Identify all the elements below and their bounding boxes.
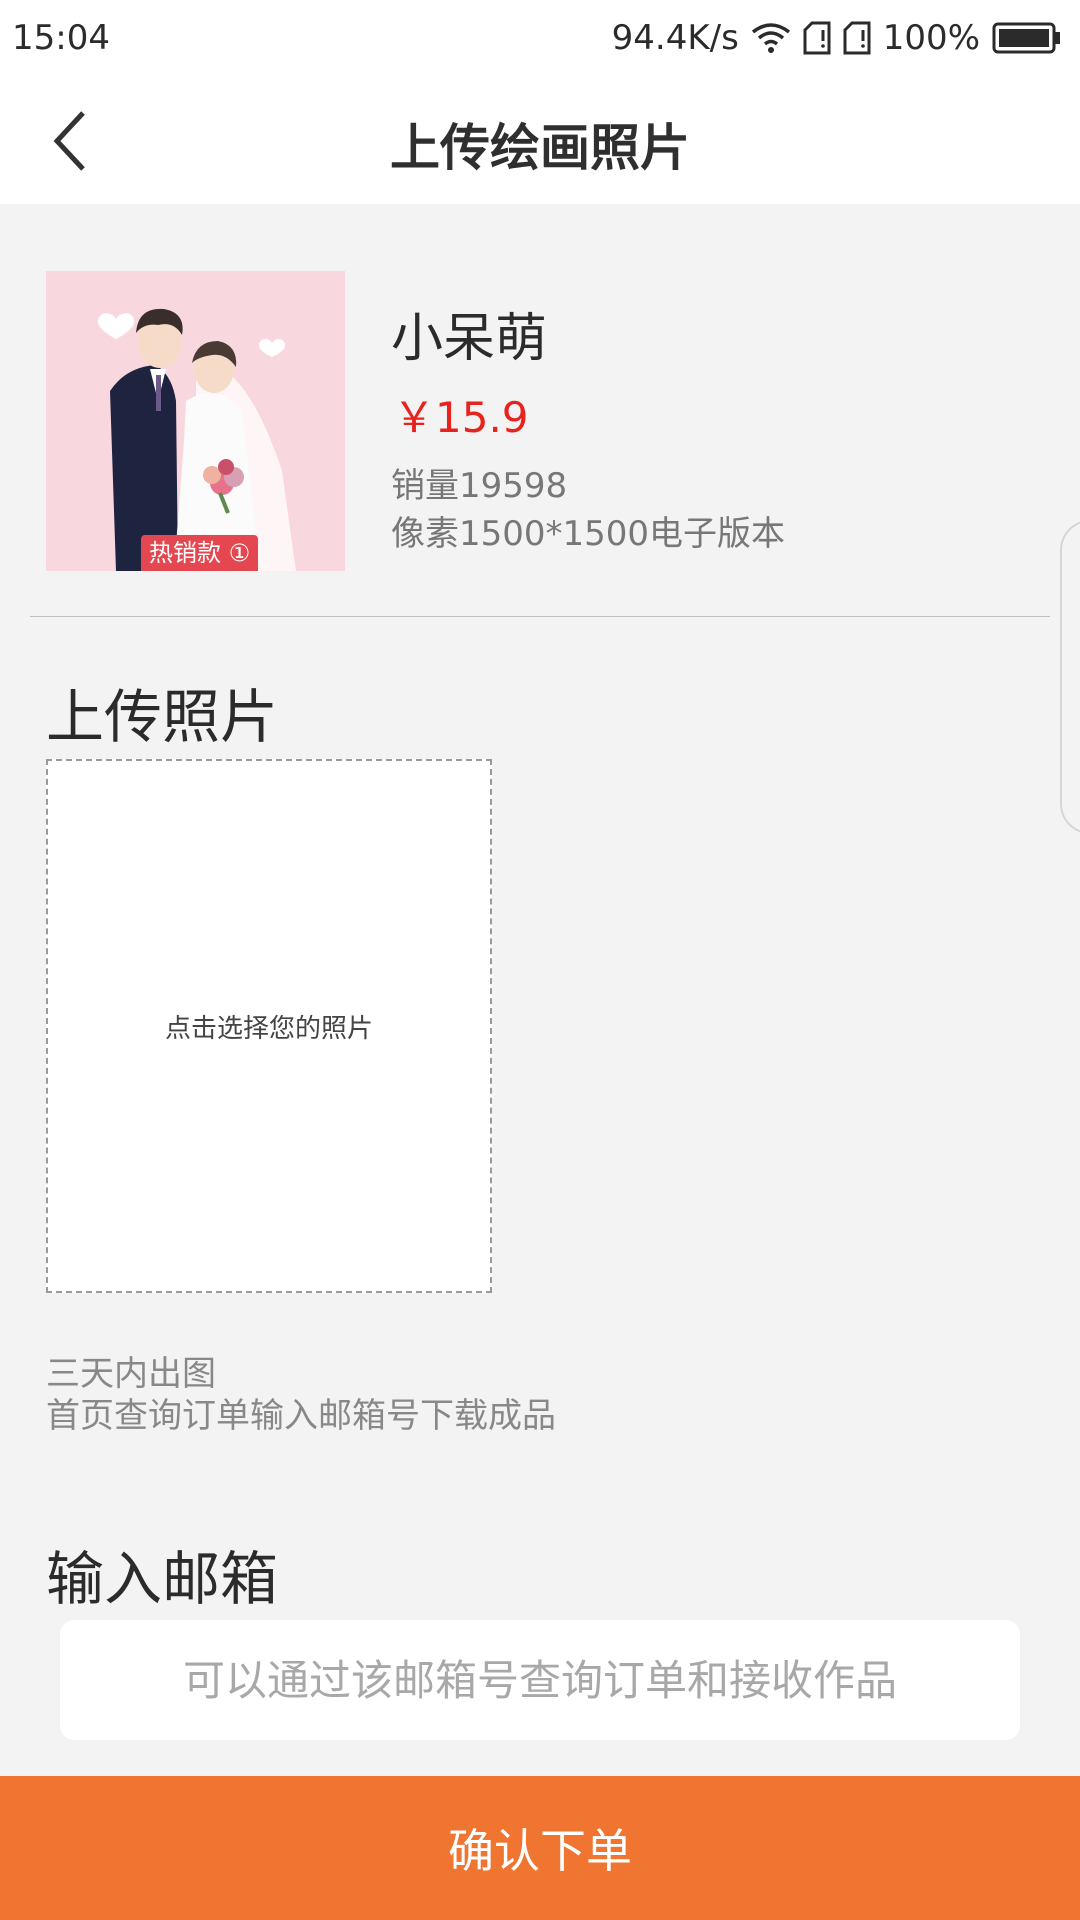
nav-bar: 上传绘画照片 [0,78,1080,204]
product-price: ￥15.9 [393,393,529,442]
photo-upload-area[interactable]: 点击选择您的照片 [46,759,492,1293]
sim-card-icon [803,21,831,55]
upload-hint: 点击选择您的照片 [164,1013,373,1044]
product-sales: 销量19598 [391,466,568,506]
status-indicators: 94.4K/s 100% [612,16,1062,60]
confirm-order-button[interactable]: 确认下单 [0,1776,1080,1920]
email-field[interactable] [60,1620,1020,1740]
product-spec: 像素1500*1500电子版本 [391,514,786,554]
product-name: 小呆萌 [391,309,548,369]
status-time: 15:04 [12,18,110,58]
status-bar: 15:04 94.4K/s 100% [0,0,1080,78]
hot-sale-badge: 热销款 ① [141,535,259,571]
product-image: 热销款 ① [46,271,345,571]
battery-icon [992,22,1062,54]
side-drawer-handle[interactable] [1060,520,1080,834]
download-note: 首页查询订单输入邮箱号下载成品 [46,1396,556,1436]
upload-section-title: 上传照片 [46,683,279,751]
wifi-icon [751,22,791,54]
order-screen: 15:04 94.4K/s 100% 上传绘画照片 热销款 ① 小呆萌 ￥15.… [0,0,1080,1920]
email-section-title: 输入邮箱 [46,1545,279,1613]
battery-percent: 100% [882,18,980,58]
divider [30,616,1050,617]
page-title: 上传绘画照片 [390,119,690,177]
network-speed: 94.4K/s [611,18,739,58]
couple-illustration [97,308,296,571]
sim-card-icon [843,21,871,55]
